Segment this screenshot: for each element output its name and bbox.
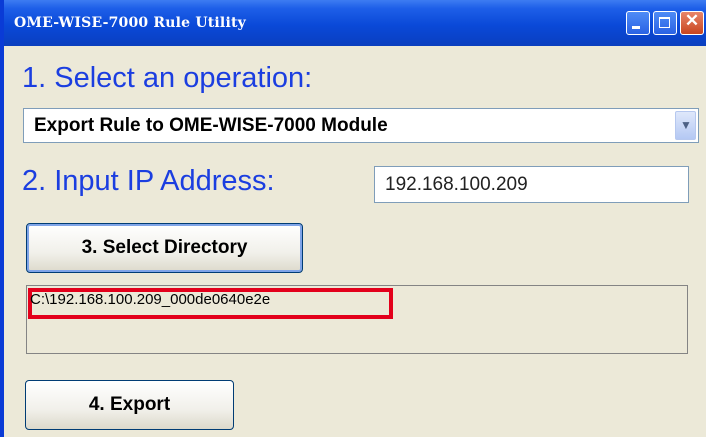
select-directory-button[interactable]: 3. Select Directory	[26, 223, 303, 273]
directory-path: C:\192.168.100.209_000de0640e2e	[30, 291, 271, 308]
maximize-button[interactable]	[653, 11, 677, 35]
export-button[interactable]: 4. Export	[25, 380, 234, 430]
export-label: 4. Export	[88, 394, 171, 415]
directory-display: C:\192.168.100.209_000de0640e2e	[26, 285, 688, 354]
dropdown-button[interactable]: ▼	[675, 111, 696, 140]
select-directory-label: 3. Select Directory	[81, 237, 248, 258]
window-title: OME-WISE-7000 Rule Utility	[14, 15, 246, 31]
app-window: OME-WISE-7000 Rule Utility ✕ 1. Select a…	[0, 0, 706, 437]
minimize-icon	[632, 26, 640, 29]
operation-select-value: Export Rule to OME-WISE-7000 Module	[34, 115, 388, 136]
title-bar[interactable]: OME-WISE-7000 Rule Utility ✕	[4, 0, 706, 46]
ip-address-value: 192.168.100.209	[385, 174, 528, 195]
chevron-down-icon: ▼	[680, 118, 692, 132]
step2-heading: 2. Input IP Address:	[22, 165, 275, 197]
minimize-button[interactable]	[626, 11, 650, 35]
ip-address-input[interactable]: 192.168.100.209	[374, 166, 689, 203]
operation-select[interactable]: Export Rule to OME-WISE-7000 Module ▼	[23, 108, 699, 143]
close-icon: ✕	[684, 11, 700, 30]
step1-heading: 1. Select an operation:	[22, 62, 313, 94]
close-button[interactable]: ✕	[680, 11, 704, 35]
maximize-icon	[659, 17, 670, 28]
